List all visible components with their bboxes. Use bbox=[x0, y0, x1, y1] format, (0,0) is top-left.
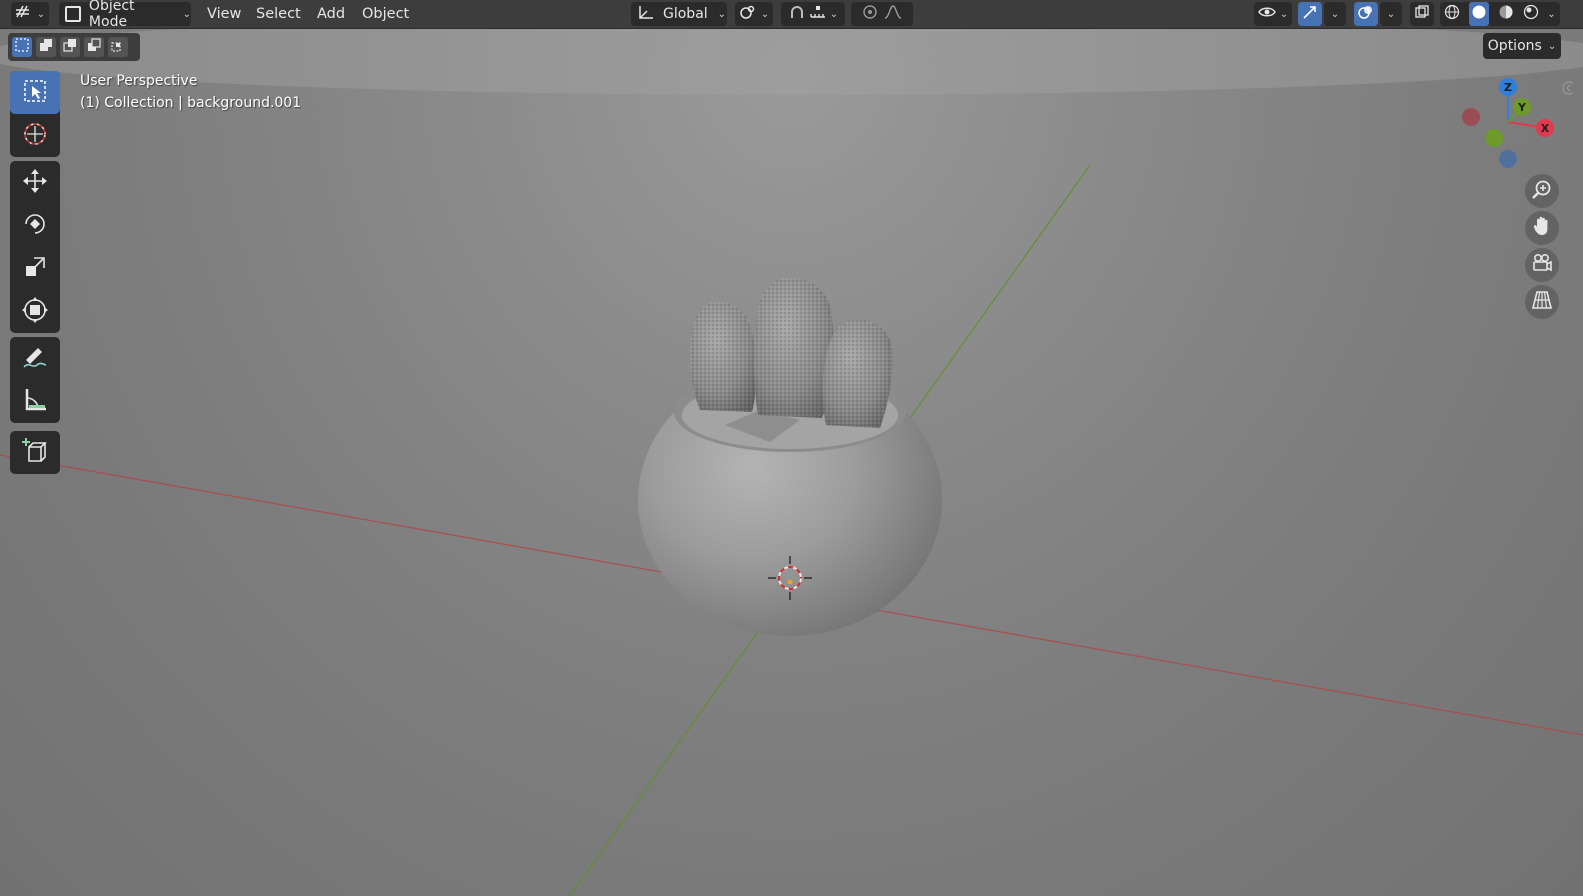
select-mode-extend-button[interactable] bbox=[36, 37, 56, 57]
xray-icon bbox=[1414, 4, 1430, 24]
snap-button[interactable]: ⌄ bbox=[781, 2, 845, 26]
zoom-icon bbox=[1531, 178, 1553, 204]
gizmo-arrow-icon bbox=[1302, 4, 1318, 24]
tool-rotate[interactable] bbox=[10, 204, 60, 247]
transform-icon bbox=[21, 296, 49, 328]
camera-icon bbox=[1531, 252, 1553, 278]
select-box-icon bbox=[22, 78, 48, 108]
mode-dropdown[interactable]: Object Mode ⌄ bbox=[59, 0, 191, 30]
select-mode-subtract-button[interactable] bbox=[60, 37, 80, 57]
chevron-down-icon: ⌄ bbox=[760, 8, 770, 20]
visibility-button[interactable]: ⌄ bbox=[1254, 2, 1292, 26]
overlays-icon bbox=[1358, 4, 1374, 24]
tool-move[interactable] bbox=[10, 161, 60, 204]
camera-view-button[interactable] bbox=[1525, 248, 1559, 282]
falloff-curve-icon bbox=[884, 4, 902, 24]
overlays-dropdown[interactable]: ⌄ bbox=[1380, 2, 1402, 26]
tool-scale[interactable] bbox=[10, 247, 60, 290]
sidebar-toggle-tab[interactable] bbox=[1559, 78, 1576, 98]
tool-measure[interactable] bbox=[10, 380, 60, 423]
chevron-down-icon: ⌄ bbox=[1330, 8, 1340, 20]
select-subtract-icon bbox=[63, 38, 77, 56]
collection-label: (1) Collection | background.001 bbox=[80, 95, 302, 111]
chevron-down-icon: ⌄ bbox=[1547, 40, 1557, 52]
toolbar-group-annotate bbox=[10, 337, 60, 423]
toolbar-group-add bbox=[10, 431, 60, 474]
gizmo-x-axis[interactable]: X bbox=[1536, 119, 1554, 137]
gizmo-z-axis[interactable]: Z bbox=[1499, 78, 1517, 96]
perspective-toggle-button[interactable] bbox=[1525, 285, 1559, 319]
measure-icon bbox=[21, 386, 49, 418]
object-mode-icon bbox=[65, 6, 81, 22]
select-mode-set-button[interactable] bbox=[12, 37, 32, 57]
gizmo-y-axis[interactable]: Y bbox=[1513, 98, 1531, 116]
orientation-label: Global bbox=[663, 6, 708, 22]
tool-cursor[interactable] bbox=[10, 114, 60, 157]
select-mode-invert-button[interactable] bbox=[84, 37, 104, 57]
viewport-header: ⌄ Object Mode ⌄ View Select Add Object G… bbox=[0, 0, 1583, 30]
hand-icon bbox=[1531, 215, 1553, 241]
tool-header bbox=[8, 33, 140, 61]
tool-transform[interactable] bbox=[10, 290, 60, 333]
editor-type-button[interactable]: ⌄ bbox=[11, 2, 49, 26]
chevron-down-icon: ⌄ bbox=[1386, 8, 1396, 20]
cursor-icon bbox=[21, 120, 49, 152]
gizmo-dropdown[interactable]: ⌄ bbox=[1324, 2, 1346, 26]
toolbar-group-select bbox=[10, 71, 60, 157]
select-invert-icon bbox=[87, 38, 101, 56]
toolbar-group-transform bbox=[10, 161, 60, 333]
menu-add[interactable]: Add bbox=[317, 2, 345, 26]
grid-transform-icon bbox=[15, 4, 33, 24]
magnet-icon bbox=[788, 4, 806, 24]
menu-object[interactable]: Object bbox=[362, 2, 409, 26]
shading-group: ⌄ bbox=[1440, 2, 1560, 26]
chevron-down-icon[interactable]: ⌄ bbox=[1547, 9, 1555, 20]
perspective-label: User Perspective bbox=[80, 73, 198, 89]
zoom-button[interactable] bbox=[1525, 174, 1559, 208]
orientation-axes-icon bbox=[637, 4, 655, 24]
tool-add-cube[interactable] bbox=[10, 431, 60, 474]
select-extend-icon bbox=[39, 38, 53, 56]
proportional-edit-button[interactable] bbox=[851, 2, 913, 26]
menu-view[interactable]: View bbox=[207, 2, 241, 26]
tool-annotate[interactable] bbox=[10, 337, 60, 380]
tool-select-box[interactable] bbox=[10, 71, 60, 114]
chevron-down-icon: ⌄ bbox=[1279, 8, 1289, 20]
options-label: Options bbox=[1487, 38, 1542, 54]
3d-viewport[interactable] bbox=[0, 0, 1583, 896]
pivot-point-button[interactable]: ⌄ bbox=[735, 2, 773, 26]
scene-canvas bbox=[0, 15, 1583, 896]
overlays-toggle-button[interactable] bbox=[1354, 2, 1378, 26]
select-mode-intersect-button[interactable] bbox=[108, 37, 128, 57]
grid-perspective-icon bbox=[1531, 289, 1553, 315]
eye-icon bbox=[1257, 4, 1276, 24]
pivot-icon bbox=[739, 4, 757, 24]
wireframe-shading-icon[interactable] bbox=[1444, 4, 1460, 24]
material-shading-icon[interactable] bbox=[1498, 4, 1514, 24]
solid-shading-icon[interactable] bbox=[1469, 2, 1490, 26]
rendered-shading-icon[interactable] bbox=[1523, 4, 1539, 24]
chevron-down-icon: ⌄ bbox=[829, 8, 839, 20]
gizmo-toggle-button[interactable] bbox=[1298, 2, 1322, 26]
chevron-down-icon: ⌄ bbox=[36, 8, 46, 20]
select-new-icon bbox=[15, 38, 29, 56]
snap-increment-icon bbox=[810, 5, 826, 23]
proportional-edit-icon bbox=[862, 4, 878, 24]
mode-label: Object Mode bbox=[88, 0, 135, 30]
chevron-down-icon: ⌄ bbox=[717, 8, 727, 20]
pan-button[interactable] bbox=[1525, 211, 1559, 245]
select-intersect-icon bbox=[111, 38, 125, 56]
scale-icon bbox=[21, 253, 49, 285]
xray-toggle-button[interactable] bbox=[1410, 2, 1434, 26]
annotate-icon bbox=[21, 343, 49, 375]
add-cube-icon bbox=[21, 437, 49, 469]
chevron-down-icon: ⌄ bbox=[182, 8, 191, 20]
chevron-left-icon bbox=[1559, 81, 1576, 102]
orientation-dropdown[interactable]: Global ⌄ bbox=[631, 2, 727, 26]
rotate-icon bbox=[21, 210, 49, 242]
options-dropdown[interactable]: Options ⌄ bbox=[1483, 33, 1561, 59]
menu-select[interactable]: Select bbox=[256, 2, 301, 26]
move-icon bbox=[21, 167, 49, 199]
